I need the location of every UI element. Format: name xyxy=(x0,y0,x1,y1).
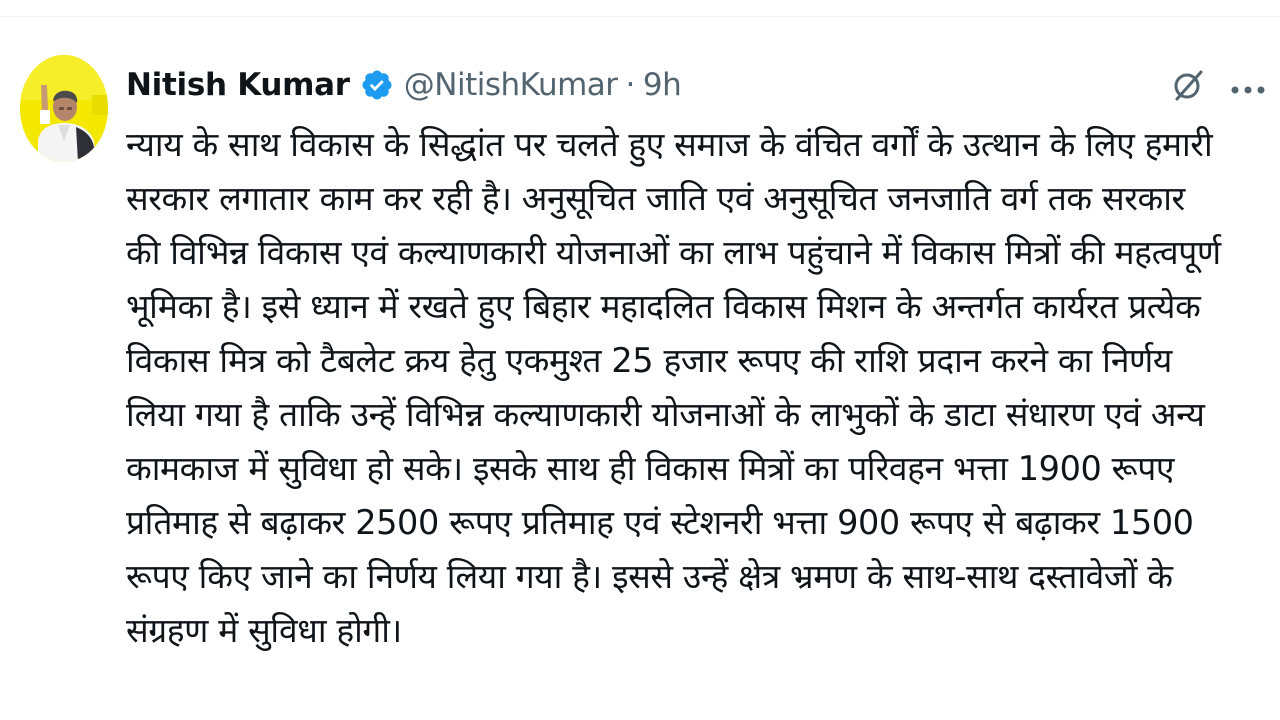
tweet-text: न्याय के साथ विकास के सिद्धांत पर चलते ह… xyxy=(126,118,1266,658)
tweet-text-line: कामकाज में सुविधा हो सके। इसके साथ ही वि… xyxy=(126,449,1175,488)
tweet-text-line: प्रतिमाह से बढ़ाकर 2500 रूपए प्रतिमाह एव… xyxy=(126,503,1194,542)
tweet-text-line: संग्रहण में सुविधा होगी। xyxy=(126,611,402,650)
separator-dot: · xyxy=(625,67,636,103)
user-handle[interactable]: @NitishKumar xyxy=(404,67,618,103)
display-name[interactable]: Nitish Kumar xyxy=(126,67,350,103)
grok-icon[interactable] xyxy=(1168,65,1208,105)
avatar[interactable] xyxy=(20,55,108,162)
tweet-timestamp[interactable]: 9h xyxy=(643,67,682,103)
more-icon[interactable] xyxy=(1230,80,1266,94)
tweet-text-line: रूपए किए जाने का निर्णय लिया गया है। इसस… xyxy=(126,557,1173,596)
tweet-text-line: न्याय के साथ विकास के सिद्धांत पर चलते ह… xyxy=(126,125,1213,164)
tweet-actions xyxy=(1168,62,1266,108)
tweet-text-line: सरकार लगातार काम कर रही है। अनुसूचित जात… xyxy=(126,179,1185,218)
tweet-text-line: भूमिका है। इसे ध्यान में रखते हुए बिहार … xyxy=(126,287,1201,326)
tweet-text-line: लिया गया है ताकि उन्हें विभिन्न कल्याणका… xyxy=(126,395,1205,434)
tweet-header: Nitish Kumar @NitishKumar · 9h xyxy=(126,62,682,108)
tweet-text-line: विकास मित्र को टैबलेट क्रय हेतु एकमुश्त … xyxy=(126,341,1172,380)
tweet[interactable]: Nitish Kumar @NitishKumar · 9h न्याय के xyxy=(0,0,1280,720)
profile-photo xyxy=(20,55,108,162)
verified-badge-icon xyxy=(360,68,394,102)
tweet-text-line: की विभिन्न विकास एवं कल्याणकारी योजनाओं … xyxy=(126,233,1221,272)
